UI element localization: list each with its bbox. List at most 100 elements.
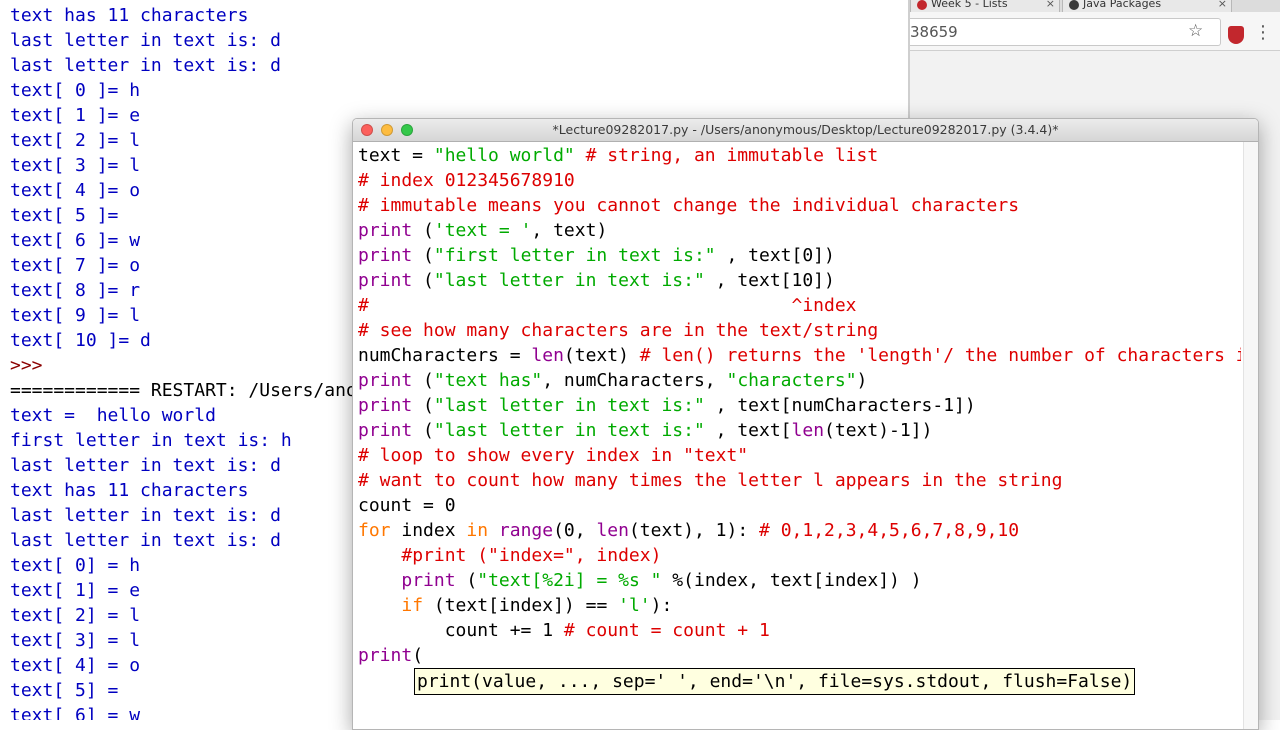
code-line: numCharacters = len(text) # len() return…: [358, 343, 1241, 368]
code-token-comment: # count = count + 1: [563, 620, 770, 641]
bookmark-star-icon[interactable]: ☆: [1188, 19, 1203, 43]
code-line: #print ("index=", index): [358, 543, 661, 568]
code-token-default: ): [856, 370, 868, 391]
editor-scrollbar[interactable]: [1243, 142, 1258, 729]
code-token-string: "last letter in text is:": [433, 395, 705, 416]
code-token-string: "text[%2i] = %s ": [477, 570, 662, 591]
extension-shield-icon[interactable]: [1228, 26, 1244, 44]
code-line: print ("text has", numCharacters, "chara…: [358, 368, 867, 393]
minimize-window-button[interactable]: [381, 124, 393, 136]
browser-tab-java-packages[interactable]: Java Packages ×: [1062, 0, 1232, 12]
code-token-comment: # len() returns the 'length'/ the number…: [639, 345, 1241, 366]
shell-output-line: text has 11 characters: [10, 5, 249, 26]
shell-output-line: text[ 5 ]=: [10, 205, 119, 226]
shell-output-line: text[ 6 ]= w: [10, 230, 141, 251]
shell-output-line: text = hello world: [10, 405, 216, 426]
code-token-string: "hello world": [433, 145, 575, 166]
code-token-builtin: print: [358, 270, 413, 291]
code-token-default: [488, 520, 499, 541]
editor-titlebar[interactable]: *Lecture09282017.py - /Users/anonymous/D…: [353, 119, 1258, 142]
code-editor-text-area[interactable]: text = "hello world" # string, an immuta…: [358, 142, 1241, 729]
code-token-default: [358, 595, 401, 616]
tab-label: Java Packages: [1083, 0, 1162, 10]
code-token-default: (: [455, 570, 478, 591]
function-calltip-tooltip: print(value, ..., sep=' ', end='\n', fil…: [414, 668, 1136, 695]
browser-toolbar: 38659 ☆ ⋮: [910, 12, 1280, 51]
shell-output-line: first letter in text is: h: [10, 430, 292, 451]
site-favicon-icon: [917, 0, 927, 10]
tab-close-icon[interactable]: ×: [1046, 0, 1055, 9]
code-line: # immutable means you cannot change the …: [358, 193, 1019, 218]
code-token-builtin: print: [358, 245, 413, 266]
shell-output-line: text[ 3 ]= l: [10, 155, 141, 176]
code-line: count = 0: [358, 493, 456, 518]
code-token-default: (text[index]) ==: [423, 595, 619, 616]
shell-output-line: text[ 3] = l: [10, 630, 141, 651]
tab-close-icon[interactable]: ×: [1218, 0, 1227, 9]
shell-output-line: text[ 5] =: [10, 680, 119, 701]
code-line: if (text[index]) == 'l'):: [358, 593, 672, 618]
code-token-comment: #print ("index=", index): [401, 545, 662, 566]
code-token-default: index: [390, 520, 467, 541]
shell-output-line: last letter in text is: d: [10, 505, 281, 526]
code-token-default: , text[10]): [704, 270, 835, 291]
code-token-default: (text)-1]): [824, 420, 933, 441]
shell-output-line: text[ 2] = l: [10, 605, 141, 626]
code-token-builtin: print: [358, 420, 413, 441]
code-token-builtin: print: [358, 395, 413, 416]
window-title: *Lecture09282017.py - /Users/anonymous/D…: [552, 122, 1059, 137]
code-line: # loop to show every index in "text": [358, 443, 748, 468]
code-token-default: numCharacters =: [358, 345, 532, 366]
shell-output-line: text[ 4] = o: [10, 655, 141, 676]
code-line: # want to count how many times the lette…: [358, 468, 1062, 493]
code-line: # see how many characters are in the tex…: [358, 318, 878, 343]
code-token-builtin: print: [358, 645, 413, 666]
browser-tab-week5[interactable]: Week 5 - Lists ×: [910, 0, 1060, 12]
code-token-builtin: print: [358, 370, 413, 391]
code-token-builtin: len: [531, 345, 564, 366]
code-token-default: count += 1: [358, 620, 564, 641]
shell-output-line: last letter in text is: d: [10, 455, 281, 476]
shell-output-line: last letter in text is: d: [10, 30, 281, 51]
shell-output-line: text[ 6] = w: [10, 705, 141, 720]
code-token-default: ):: [650, 595, 673, 616]
browser-menu-icon[interactable]: ⋮: [1254, 24, 1272, 42]
maximize-window-button[interactable]: [401, 124, 413, 136]
code-token-string: "text has": [433, 370, 543, 391]
code-token-builtin: print: [358, 220, 413, 241]
code-token-string: 'l': [618, 595, 651, 616]
site-favicon-icon: [1069, 0, 1079, 10]
code-token-builtin: len: [791, 420, 825, 441]
code-token-default: %(index, text[index]) ): [661, 570, 922, 591]
idle-editor-window: *Lecture09282017.py - /Users/anonymous/D…: [352, 118, 1259, 730]
code-token-string: "last letter in text is:": [433, 270, 705, 291]
code-token-default: (: [412, 645, 424, 666]
code-token-builtin: print: [401, 570, 456, 591]
code-token-keyword: for: [358, 520, 391, 541]
code-token-default: , text[0]): [715, 245, 835, 266]
code-token-comment: # 0,1,2,3,4,5,6,7,8,9,10: [759, 520, 1020, 541]
code-token-builtin: range: [498, 520, 554, 541]
code-line: print ("first letter in text is:" , text…: [358, 243, 835, 268]
code-token-comment: # immutable means you cannot change the …: [358, 195, 1020, 216]
address-bar[interactable]: 38659: [910, 18, 1221, 46]
code-token-default: (: [412, 420, 434, 441]
code-token-string: "first letter in text is:": [433, 245, 716, 266]
code-token-default: , numCharacters,: [542, 370, 727, 391]
code-token-default: , text[numCharacters-1]): [704, 395, 976, 416]
shell-output-line: text[ 7 ]= o: [10, 255, 141, 276]
code-line: # ^index: [358, 293, 857, 318]
close-window-button[interactable]: [361, 124, 373, 136]
shell-output-line: text[ 4 ]= o: [10, 180, 141, 201]
code-token-keyword: in: [466, 520, 489, 541]
shell-output-line: text[ 8 ]= r: [10, 280, 141, 301]
shell-output-line: last letter in text is: d: [10, 55, 281, 76]
code-line: # index 012345678910: [358, 168, 575, 193]
browser-tab-strip: Week 5 - Lists × Java Packages ×: [910, 0, 1280, 12]
code-token-comment: # want to count how many times the lette…: [358, 470, 1063, 491]
code-token-comment: # string, an immutable list: [574, 145, 879, 166]
code-token-keyword: if: [401, 595, 424, 616]
code-token-default: , text[: [704, 420, 792, 441]
code-token-default: , text): [531, 220, 608, 241]
tab-label: Week 5 - Lists: [931, 0, 1008, 10]
